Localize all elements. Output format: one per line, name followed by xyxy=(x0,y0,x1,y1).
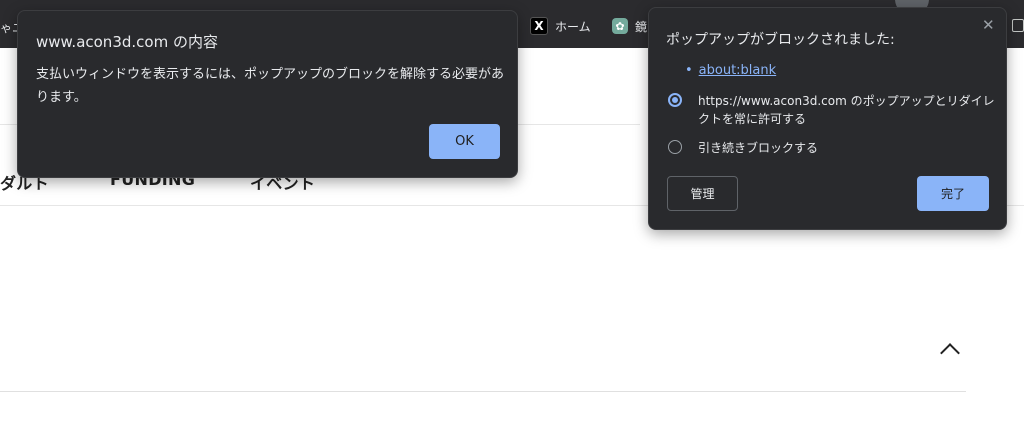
blocked-link-item: • about:blank xyxy=(685,63,776,78)
chatgpt-icon: ✿ xyxy=(612,18,628,34)
alert-dialog: www.acon3d.com の内容 支払いウィンドウを表示するには、ポップアッ… xyxy=(17,10,518,178)
bookmark-item-x-home[interactable]: X ホーム xyxy=(530,17,591,35)
allow-popups-radio[interactable] xyxy=(668,93,682,107)
side-panel-icon[interactable] xyxy=(1012,19,1024,32)
bookmark-item-chatgpt[interactable]: ✿ 鏡 xyxy=(612,17,647,35)
chevron-up-icon[interactable] xyxy=(940,343,960,363)
ok-button[interactable]: OK xyxy=(429,124,500,159)
bullet-icon: • xyxy=(685,63,693,78)
done-button[interactable]: 完了 xyxy=(917,176,989,211)
manage-button[interactable]: 管理 xyxy=(667,176,738,211)
alert-title: www.acon3d.com の内容 xyxy=(36,33,218,51)
blocked-link[interactable]: about:blank xyxy=(699,63,777,78)
bookmark-label: ホーム xyxy=(555,19,591,34)
alert-message: 支払いウィンドウを表示するには、ポップアップのブロックを解除する必要があります。 xyxy=(36,67,505,105)
popup-blocked-title: ポップアップがブロックされました: xyxy=(666,32,895,48)
section-divider xyxy=(0,391,966,392)
close-icon[interactable]: ✕ xyxy=(982,16,995,34)
x-logo-icon: X xyxy=(530,17,548,35)
bookmark-label: 鏡 xyxy=(635,19,648,34)
popup-blocked-bubble: ポップアップがブロックされました: ✕ • about:blank https:/… xyxy=(648,7,1007,230)
keep-blocking-radio[interactable] xyxy=(668,140,682,154)
keep-blocking-label[interactable]: 引き続きブロックする xyxy=(698,139,818,156)
allow-popups-label[interactable]: https://www.acon3d.com のポップアップとリダイレクトを常に… xyxy=(698,92,998,128)
